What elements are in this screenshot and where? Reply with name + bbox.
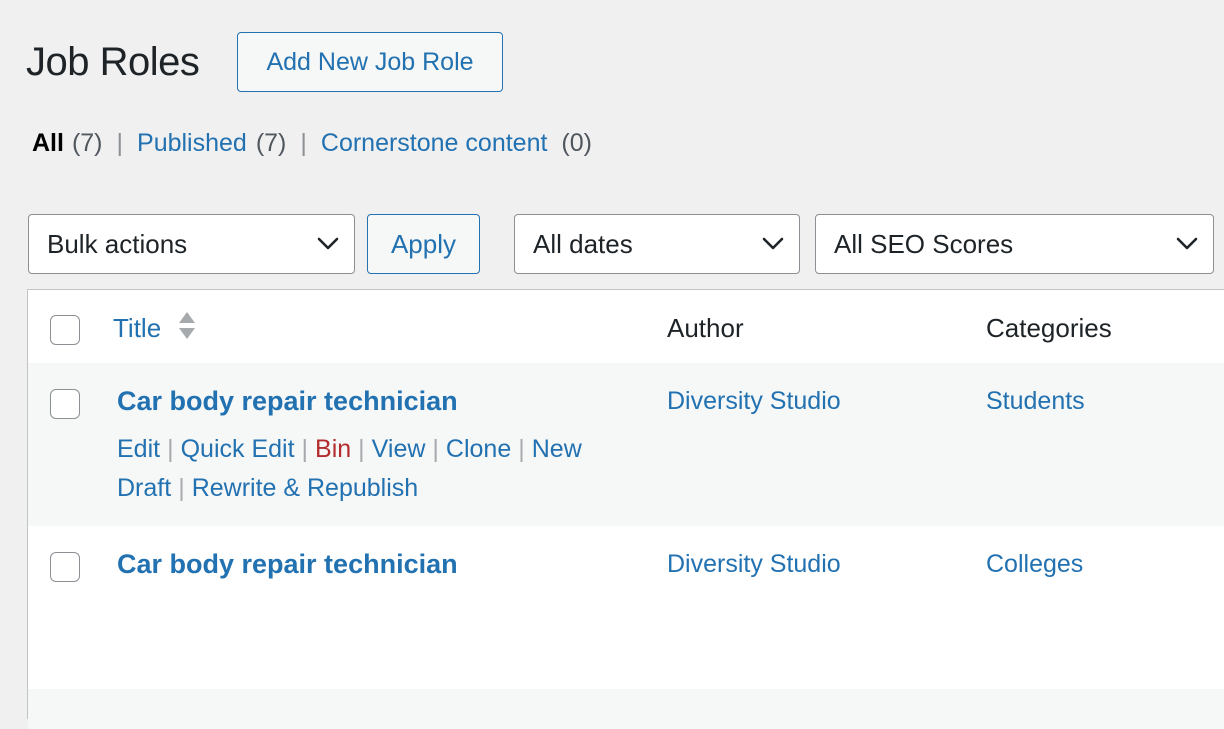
posts-table: Title Author Categories Car body repair … <box>27 289 1224 729</box>
edit-link[interactable]: Edit <box>117 435 160 463</box>
row-actions: Edit | Quick Edit | Bin | View | Clone | New Draft… <box>117 430 637 508</box>
seo-scores-filter-select[interactable]: All SEO Scores <box>815 214 1214 274</box>
view-published-count: (7) <box>255 129 287 157</box>
bulk-actions-select[interactable]: Bulk actions <box>28 214 355 274</box>
row-checkbox[interactable] <box>50 389 80 419</box>
view-all[interactable]: All <box>32 126 64 160</box>
bulk-actions-value: Bulk actions <box>47 228 188 259</box>
row-author-link[interactable]: Diversity Studio <box>667 384 841 418</box>
column-title-sortable[interactable]: Title <box>113 311 196 349</box>
view-all-count: (7) <box>71 129 103 157</box>
view-separator: | <box>300 129 307 157</box>
table-header: Title Author Categories <box>28 290 1224 364</box>
chevron-down-icon <box>1175 232 1199 256</box>
row-author-link[interactable]: Diversity Studio <box>667 547 841 581</box>
row-category-link[interactable]: Colleges <box>986 547 1083 581</box>
view-cornerstone[interactable]: Cornerstone content <box>321 126 548 160</box>
row-title-link[interactable]: Car body repair technician <box>117 547 458 581</box>
action-separator: | <box>358 435 365 463</box>
chevron-down-icon <box>316 232 340 256</box>
sort-icon <box>178 311 196 349</box>
table-row <box>28 689 1224 729</box>
chevron-down-icon <box>761 232 785 256</box>
action-separator: | <box>432 435 439 463</box>
select-all-checkbox[interactable] <box>50 315 80 345</box>
table-row: Car body repair technician Edit | Quick Ed… <box>28 363 1224 526</box>
view-link[interactable]: View <box>372 435 426 463</box>
view-published[interactable]: Published <box>137 126 247 160</box>
column-categories-header: Categories <box>986 313 1112 343</box>
dates-filter-select[interactable]: All dates <box>514 214 800 274</box>
action-separator: | <box>167 435 174 463</box>
table-row: Car body repair technician Diversity Stu… <box>28 526 1224 689</box>
row-title-link[interactable]: Car body repair technician <box>117 384 458 418</box>
quick-edit-link[interactable]: Quick Edit <box>181 435 295 463</box>
status-views: All (7) | Published (7) | Cornerstone co… <box>32 126 592 160</box>
action-separator: | <box>178 474 185 502</box>
clone-link[interactable]: Clone <box>446 435 511 463</box>
rewrite-republish-link[interactable]: Rewrite & Republish <box>192 474 419 502</box>
bin-link[interactable]: Bin <box>315 435 351 463</box>
apply-button[interactable]: Apply <box>367 214 480 274</box>
view-separator: | <box>116 129 124 157</box>
view-cornerstone-count: (0) <box>561 129 592 157</box>
add-new-job-role-button[interactable]: Add New Job Role <box>237 32 503 92</box>
column-author-header: Author <box>667 313 744 343</box>
row-checkbox[interactable] <box>50 552 80 582</box>
column-title-label: Title <box>113 313 162 343</box>
page-title: Job Roles <box>26 40 200 84</box>
action-separator: | <box>518 435 525 463</box>
seo-scores-filter-value: All SEO Scores <box>834 228 1014 259</box>
row-category-link[interactable]: Students <box>986 384 1085 418</box>
dates-filter-value: All dates <box>533 228 633 259</box>
action-separator: | <box>301 435 309 463</box>
